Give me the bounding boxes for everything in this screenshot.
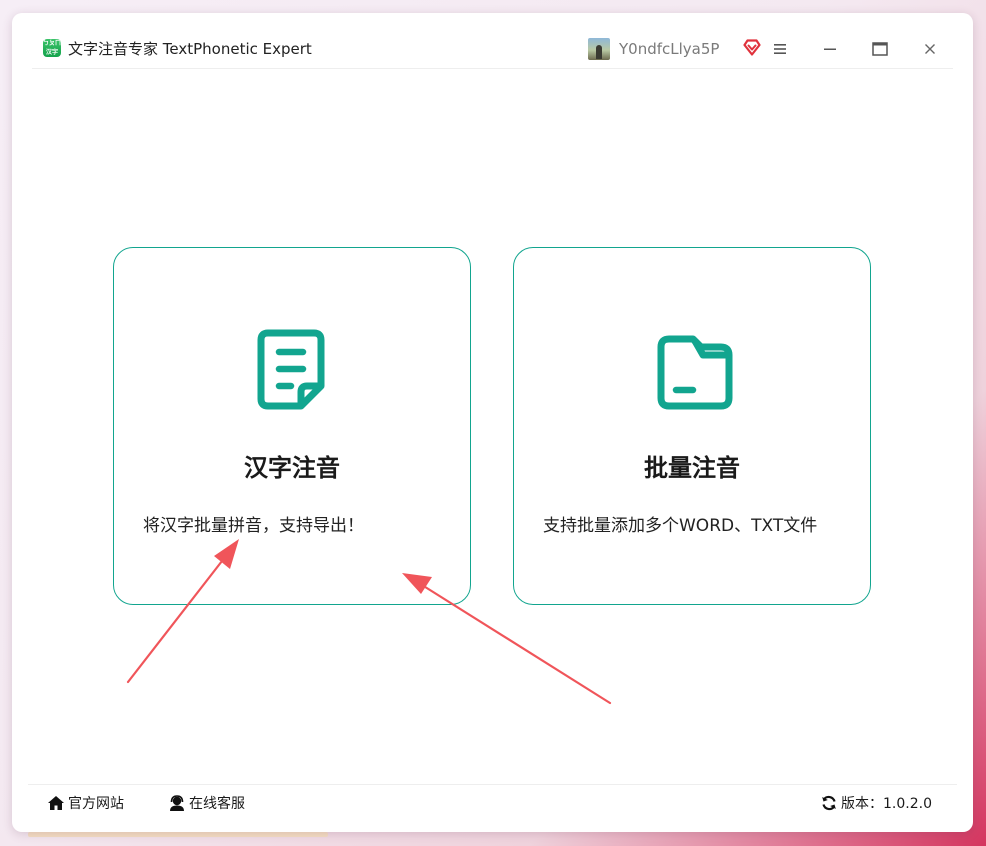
card-description: 将汉字批量拼音，支持导出！ [143,516,364,536]
avatar-figure [596,45,602,59]
close-button[interactable] [918,37,942,61]
official-website-label: 官方网站 [68,796,124,812]
username[interactable]: Y0ndfcLlya5P [619,39,719,59]
headset-icon [170,795,184,811]
hamburger-icon [774,44,786,54]
minimize-icon [824,48,836,50]
app-window: ㄅㄆㄇ 汉字 文字注音专家 TextPhonetic Expert Y0ndfc… [12,13,973,832]
home-icon [48,796,64,810]
close-icon [925,44,935,54]
online-service-label: 在线客服 [189,796,245,812]
window-title: 文字注音专家 TextPhonetic Expert [68,40,312,58]
app-logo-icon: ㄅㄆㄇ 汉字 [43,39,61,57]
maximize-button[interactable] [868,37,892,61]
folder-icon [657,335,733,410]
status-bar: 官方网站 在线客服 版本：1.0.2.0 [28,784,957,819]
refresh-icon [822,795,836,811]
maximize-icon [872,42,888,56]
menu-button[interactable] [768,37,792,61]
document-icon [257,329,325,410]
app-logo-text-top: ㄅㄆㄇ [43,40,61,47]
card-hanzi-phonetic[interactable]: 汉字注音 将汉字批量拼音，支持导出！ [113,247,471,605]
background-strip [28,832,328,837]
user-avatar[interactable] [588,38,610,60]
card-batch-phonetic[interactable]: 批量注音 支持批量添加多个WORD、TXT文件 [513,247,871,605]
online-service-link[interactable]: 在线客服 [168,793,245,813]
title-bar[interactable]: ㄅㄆㄇ 汉字 文字注音专家 TextPhonetic Expert Y0ndfc… [32,13,953,69]
card-title: 汉字注音 [244,454,340,482]
version-label: 版本：1.0.2.0 [841,796,932,812]
minimize-button[interactable] [818,37,842,61]
vip-diamond-icon[interactable] [743,39,761,56]
official-website-link[interactable]: 官方网站 [47,793,124,813]
version-info[interactable]: 版本：1.0.2.0 [821,793,932,813]
app-logo-text-bottom: 汉字 [45,49,58,56]
card-title: 批量注音 [644,454,740,482]
card-description: 支持批量添加多个WORD、TXT文件 [543,516,818,536]
